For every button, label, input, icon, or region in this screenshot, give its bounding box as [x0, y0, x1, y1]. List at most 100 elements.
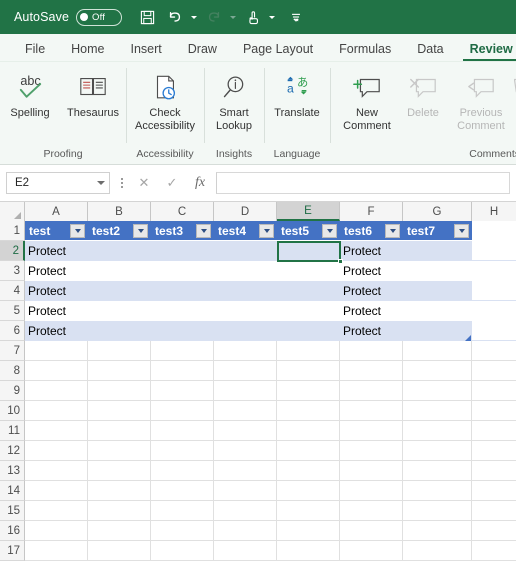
- cell-G14[interactable]: [403, 481, 472, 500]
- cell-C8[interactable]: [151, 361, 214, 380]
- cell-D8[interactable]: [214, 361, 277, 380]
- cancel-entry-button[interactable]: ✕: [130, 172, 158, 194]
- cell-D7[interactable]: [214, 341, 277, 360]
- cell-E16[interactable]: [277, 521, 340, 540]
- cell-C2[interactable]: [151, 241, 214, 260]
- cell-H12[interactable]: [472, 441, 516, 460]
- cell-G2[interactable]: [403, 241, 472, 260]
- cell-B15[interactable]: [88, 501, 151, 520]
- tab-home[interactable]: Home: [58, 36, 117, 62]
- undo-button[interactable]: [162, 4, 188, 30]
- cell-D12[interactable]: [214, 441, 277, 460]
- cell-C15[interactable]: [151, 501, 214, 520]
- cell-H5[interactable]: [472, 301, 516, 320]
- filter-dropdown-icon[interactable]: [196, 223, 211, 238]
- cell-E12[interactable]: [277, 441, 340, 460]
- smart-lookup-button[interactable]: Smart Lookup: [204, 68, 264, 133]
- insert-function-button[interactable]: fx: [186, 172, 214, 194]
- cell-D15[interactable]: [214, 501, 277, 520]
- table-resize-handle[interactable]: [465, 335, 471, 341]
- cell-G8[interactable]: [403, 361, 472, 380]
- cell-D17[interactable]: [214, 541, 277, 560]
- cell-D4[interactable]: [214, 281, 277, 300]
- row-header-2[interactable]: 2: [0, 241, 25, 261]
- column-header-A[interactable]: A: [25, 202, 88, 221]
- cell-H4[interactable]: [472, 281, 516, 300]
- cell-E1[interactable]: test5: [277, 221, 340, 240]
- spreadsheet-grid[interactable]: A B C D E F G H 1 2 3 4 5 6 7 8 9 10 11 …: [0, 202, 516, 565]
- cell-C13[interactable]: [151, 461, 214, 480]
- cell-F11[interactable]: [340, 421, 403, 440]
- cell-E11[interactable]: [277, 421, 340, 440]
- formula-bar-grip[interactable]: [114, 172, 130, 194]
- confirm-entry-button[interactable]: ✓: [158, 172, 186, 194]
- cell-C14[interactable]: [151, 481, 214, 500]
- customize-quick-access-toolbar-button[interactable]: [283, 4, 309, 30]
- cell-F7[interactable]: [340, 341, 403, 360]
- row-header-1[interactable]: 1: [0, 221, 25, 241]
- save-button[interactable]: [134, 4, 160, 30]
- cell-G13[interactable]: [403, 461, 472, 480]
- cell-E4[interactable]: [277, 281, 340, 300]
- cell-E5[interactable]: [277, 301, 340, 320]
- cell-B1[interactable]: test2: [88, 221, 151, 240]
- cell-H14[interactable]: [472, 481, 516, 500]
- cell-A7[interactable]: [25, 341, 88, 360]
- cell-F10[interactable]: [340, 401, 403, 420]
- cell-C1[interactable]: test3: [151, 221, 214, 240]
- cell-F1[interactable]: test6: [340, 221, 403, 240]
- tab-formulas[interactable]: Formulas: [326, 36, 404, 62]
- cell-E3[interactable]: [277, 261, 340, 280]
- column-header-C[interactable]: C: [151, 202, 214, 221]
- cell-F16[interactable]: [340, 521, 403, 540]
- row-header-4[interactable]: 4: [0, 281, 25, 301]
- cell-B11[interactable]: [88, 421, 151, 440]
- filter-dropdown-icon[interactable]: [259, 223, 274, 238]
- cell-F4[interactable]: Protect: [340, 281, 403, 300]
- row-header-3[interactable]: 3: [0, 261, 25, 281]
- row-header-13[interactable]: 13: [0, 461, 25, 481]
- cell-G17[interactable]: [403, 541, 472, 560]
- cell-G10[interactable]: [403, 401, 472, 420]
- cell-A16[interactable]: [25, 521, 88, 540]
- row-header-11[interactable]: 11: [0, 421, 25, 441]
- filter-dropdown-icon[interactable]: [385, 223, 400, 238]
- cell-A3[interactable]: Protect: [25, 261, 88, 280]
- column-header-G[interactable]: G: [403, 202, 472, 221]
- cell-F17[interactable]: [340, 541, 403, 560]
- cell-F3[interactable]: Protect: [340, 261, 403, 280]
- tab-data[interactable]: Data: [404, 36, 456, 62]
- touch-mode-dropdown-button[interactable]: [266, 4, 277, 30]
- cell-A8[interactable]: [25, 361, 88, 380]
- cell-C9[interactable]: [151, 381, 214, 400]
- row-header-14[interactable]: 14: [0, 481, 25, 501]
- tab-page-layout[interactable]: Page Layout: [230, 36, 326, 62]
- cell-G12[interactable]: [403, 441, 472, 460]
- cell-G6[interactable]: [403, 321, 472, 340]
- cell-H8[interactable]: [472, 361, 516, 380]
- cell-C10[interactable]: [151, 401, 214, 420]
- cell-G7[interactable]: [403, 341, 472, 360]
- cell-B6[interactable]: [88, 321, 151, 340]
- cell-B4[interactable]: [88, 281, 151, 300]
- cell-E9[interactable]: [277, 381, 340, 400]
- column-header-H[interactable]: H: [472, 202, 516, 221]
- chevron-down-icon[interactable]: [97, 181, 105, 185]
- filter-dropdown-icon[interactable]: [322, 223, 337, 238]
- cell-A13[interactable]: [25, 461, 88, 480]
- cell-E15[interactable]: [277, 501, 340, 520]
- formula-input[interactable]: [216, 172, 510, 194]
- cell-B17[interactable]: [88, 541, 151, 560]
- cell-G1[interactable]: test7: [403, 221, 472, 240]
- cell-D5[interactable]: [214, 301, 277, 320]
- cell-F2[interactable]: Protect: [340, 241, 403, 260]
- cell-F5[interactable]: Protect: [340, 301, 403, 320]
- touch-mouse-mode-button[interactable]: [240, 4, 266, 30]
- cell-A10[interactable]: [25, 401, 88, 420]
- cell-E7[interactable]: [277, 341, 340, 360]
- cell-B2[interactable]: [88, 241, 151, 260]
- cell-F8[interactable]: [340, 361, 403, 380]
- cell-H3[interactable]: [472, 261, 516, 280]
- cell-B7[interactable]: [88, 341, 151, 360]
- row-header-12[interactable]: 12: [0, 441, 25, 461]
